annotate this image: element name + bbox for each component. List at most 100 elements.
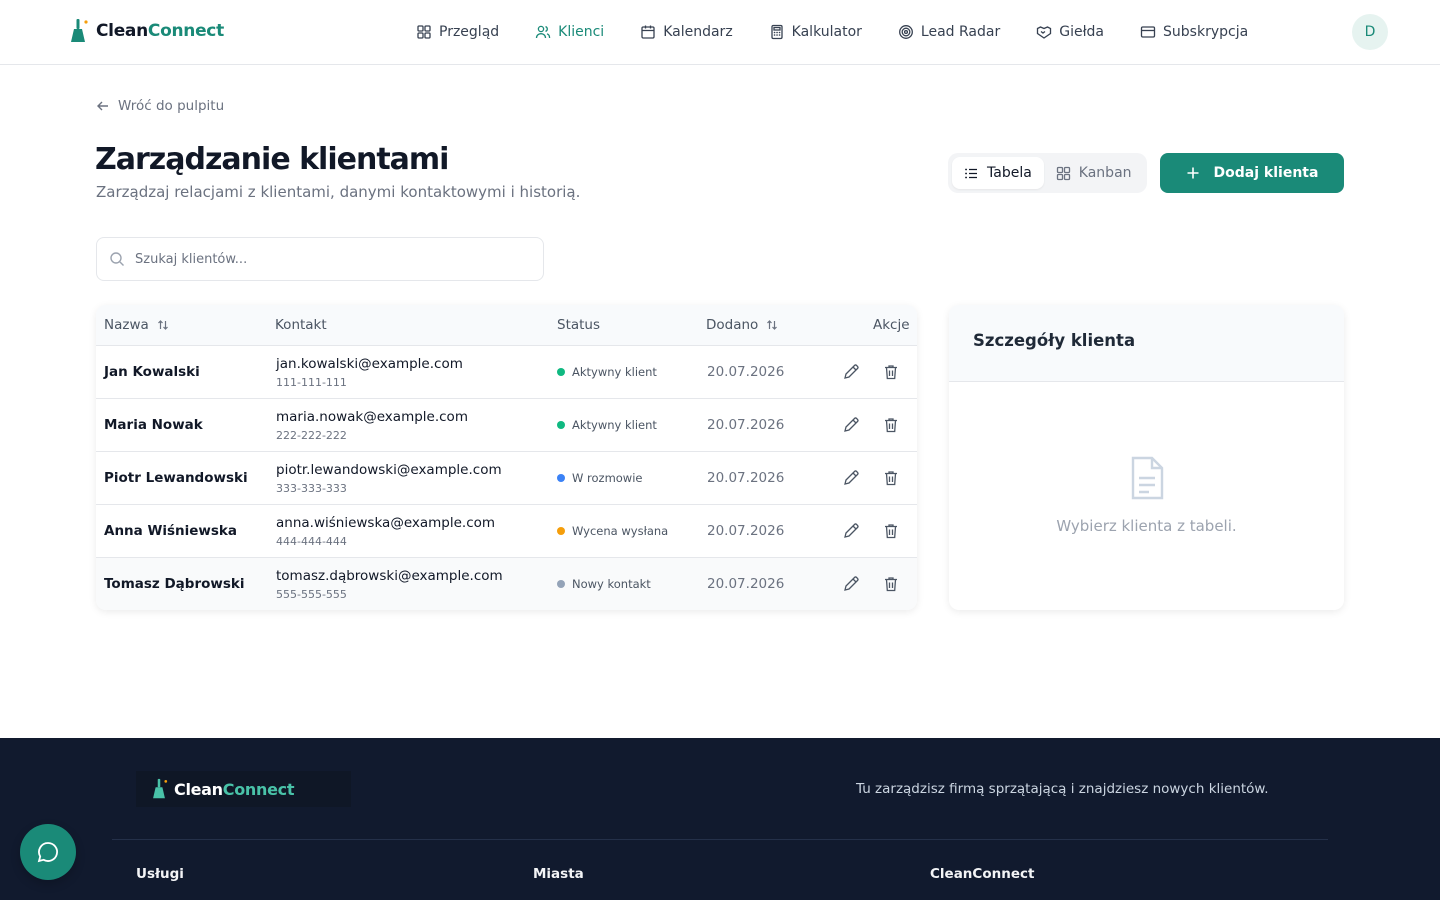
edit-icon[interactable] [842, 575, 860, 593]
client-added-date: 20.07.2026 [707, 576, 785, 592]
client-added-date: 20.07.2026 [707, 523, 785, 539]
handshake-icon [1037, 26, 1052, 39]
status-label: Nowy kontakt [572, 577, 651, 591]
footer-column-uslugi: Usługi [136, 866, 184, 882]
nav-item-subskrypcja[interactable]: Subskrypcja [1140, 20, 1248, 44]
trash-icon[interactable] [882, 469, 900, 487]
page-title: Zarządzanie klientami [95, 142, 449, 177]
nav-label: Lead Radar [920, 24, 1001, 40]
status-dot [557, 368, 565, 376]
view-kanban-label: Kanban [1078, 165, 1132, 181]
trash-icon[interactable] [882, 522, 900, 540]
footer-logo[interactable]: CleanConnect [136, 771, 351, 807]
trash-icon[interactable] [882, 416, 900, 434]
view-table-button[interactable]: Tabela [952, 157, 1044, 189]
column-header-name[interactable]: Nazwa [104, 317, 169, 333]
details-title: Szczegóły klienta [949, 305, 1344, 382]
search-input[interactable] [135, 251, 515, 267]
table-row[interactable]: Tomasz Dąbrowski tomasz.dąbrowski@exampl… [96, 558, 917, 610]
broom-icon [71, 19, 88, 42]
user-avatar[interactable]: D [1352, 14, 1388, 50]
client-added-date: 20.07.2026 [707, 470, 785, 486]
client-name: Tomasz Dąbrowski [104, 576, 245, 592]
nav-item-lead-radar[interactable]: Lead Radar [898, 20, 1000, 44]
column-header-actions: Akcje [873, 317, 910, 333]
column-header-status: Status [557, 317, 600, 333]
back-link-label: Wróć do pulpitu [118, 98, 225, 114]
table-row[interactable]: Anna Wiśniewska anna.wiśniewska@example.… [96, 505, 917, 558]
client-phone: 555-555-555 [276, 588, 347, 601]
trash-icon[interactable] [882, 363, 900, 381]
table-row[interactable]: Jan Kowalski jan.kowalski@example.com 11… [96, 346, 917, 399]
sort-icon [767, 320, 778, 330]
status-badge: Aktywny klient [557, 365, 657, 379]
status-badge: W rozmowie [557, 471, 643, 485]
sort-icon [157, 320, 168, 330]
view-table-label: Tabela [987, 165, 1032, 181]
status-dot [557, 474, 565, 482]
users-icon [536, 25, 551, 39]
chat-bubble-icon [37, 842, 58, 863]
calendar-icon [641, 25, 655, 39]
brand-logo[interactable]: CleanConnect [68, 18, 224, 44]
nav-label: Subskrypcja [1163, 24, 1249, 40]
details-empty-text: Wybierz klienta z tabeli. [1056, 517, 1237, 535]
edit-icon[interactable] [842, 522, 860, 540]
nav-item-gielda[interactable]: Giełda [1036, 20, 1104, 44]
status-label: W rozmowie [572, 471, 643, 485]
column-status-label: Status [557, 317, 601, 333]
search-box [96, 237, 544, 281]
client-name: Maria Nowak [104, 417, 203, 433]
clients-table: Nazwa Kontakt Status Dodano Akcje Jan Ko… [96, 305, 917, 610]
nav-label: Kalkulator [791, 24, 862, 40]
nav-item-kalendarz[interactable]: Kalendarz [640, 20, 733, 44]
add-client-button[interactable]: Dodaj klienta [1160, 153, 1344, 193]
calculator-icon [771, 24, 783, 40]
back-to-dashboard-link[interactable]: Wróć do pulpitu [96, 98, 224, 114]
nav-item-klienci[interactable]: Klienci [535, 20, 604, 44]
footer-tagline: Tu zarządzisz firmą sprzątającą i znajdz… [856, 781, 1269, 797]
page-footer: CleanConnect Tu zarządzisz firmą sprząta… [0, 738, 1440, 900]
column-header-contact: Kontakt [275, 317, 327, 333]
view-kanban-button[interactable]: Kanban [1044, 157, 1144, 189]
nav-item-przeglad[interactable]: Przegląd [416, 20, 499, 44]
column-actions-label: Akcje [873, 317, 910, 333]
edit-icon[interactable] [842, 416, 860, 434]
nav-item-kalkulator[interactable]: Kalkulator [769, 20, 862, 44]
table-row[interactable]: Piotr Lewandowski piotr.lewandowski@exam… [96, 452, 917, 505]
client-name: Piotr Lewandowski [104, 470, 248, 486]
client-email: maria.nowak@example.com [276, 409, 468, 425]
client-name: Anna Wiśniewska [104, 523, 238, 539]
client-phone: 222-222-222 [276, 429, 347, 442]
status-badge: Nowy kontakt [557, 577, 651, 591]
document-icon [1131, 456, 1163, 500]
status-label: Wycena wysłana [572, 524, 669, 538]
edit-icon[interactable] [842, 363, 860, 381]
nav-label: Kalendarz [663, 24, 733, 40]
client-phone: 111-111-111 [276, 376, 347, 389]
table-row[interactable]: Maria Nowak maria.nowak@example.com 222-… [96, 399, 917, 452]
top-navigation-bar: CleanConnect Przegląd Klienci Kalendarz … [0, 0, 1440, 65]
add-client-label: Dodaj klienta [1213, 165, 1319, 181]
trash-icon[interactable] [882, 575, 900, 593]
main-nav: Przegląd Klienci Kalendarz Kalkulator Le… [416, 20, 1284, 44]
column-header-added[interactable]: Dodano [706, 317, 778, 333]
status-dot [557, 421, 565, 429]
client-email: anna.wiśniewska@example.com [276, 515, 496, 531]
brand-name: CleanConnect [96, 21, 224, 41]
status-dot [557, 527, 565, 535]
column-contact-label: Kontakt [275, 317, 327, 333]
client-details-panel: Szczegóły klienta Wybierz klienta z tabe… [949, 305, 1344, 610]
list-icon [965, 168, 977, 178]
broom-icon [153, 778, 168, 799]
edit-icon[interactable] [842, 469, 860, 487]
column-name-label: Nazwa [104, 317, 149, 333]
table-header: Nazwa Kontakt Status Dodano Akcje [96, 305, 917, 346]
footer-column-cleanconnect: CleanConnect [930, 866, 1035, 882]
footer-divider [112, 839, 1328, 840]
footer-brand-name: CleanConnect [174, 779, 295, 799]
chat-button[interactable] [20, 824, 76, 880]
client-name: Jan Kowalski [104, 364, 200, 380]
search-icon [110, 252, 124, 266]
details-empty-state [949, 455, 1344, 505]
